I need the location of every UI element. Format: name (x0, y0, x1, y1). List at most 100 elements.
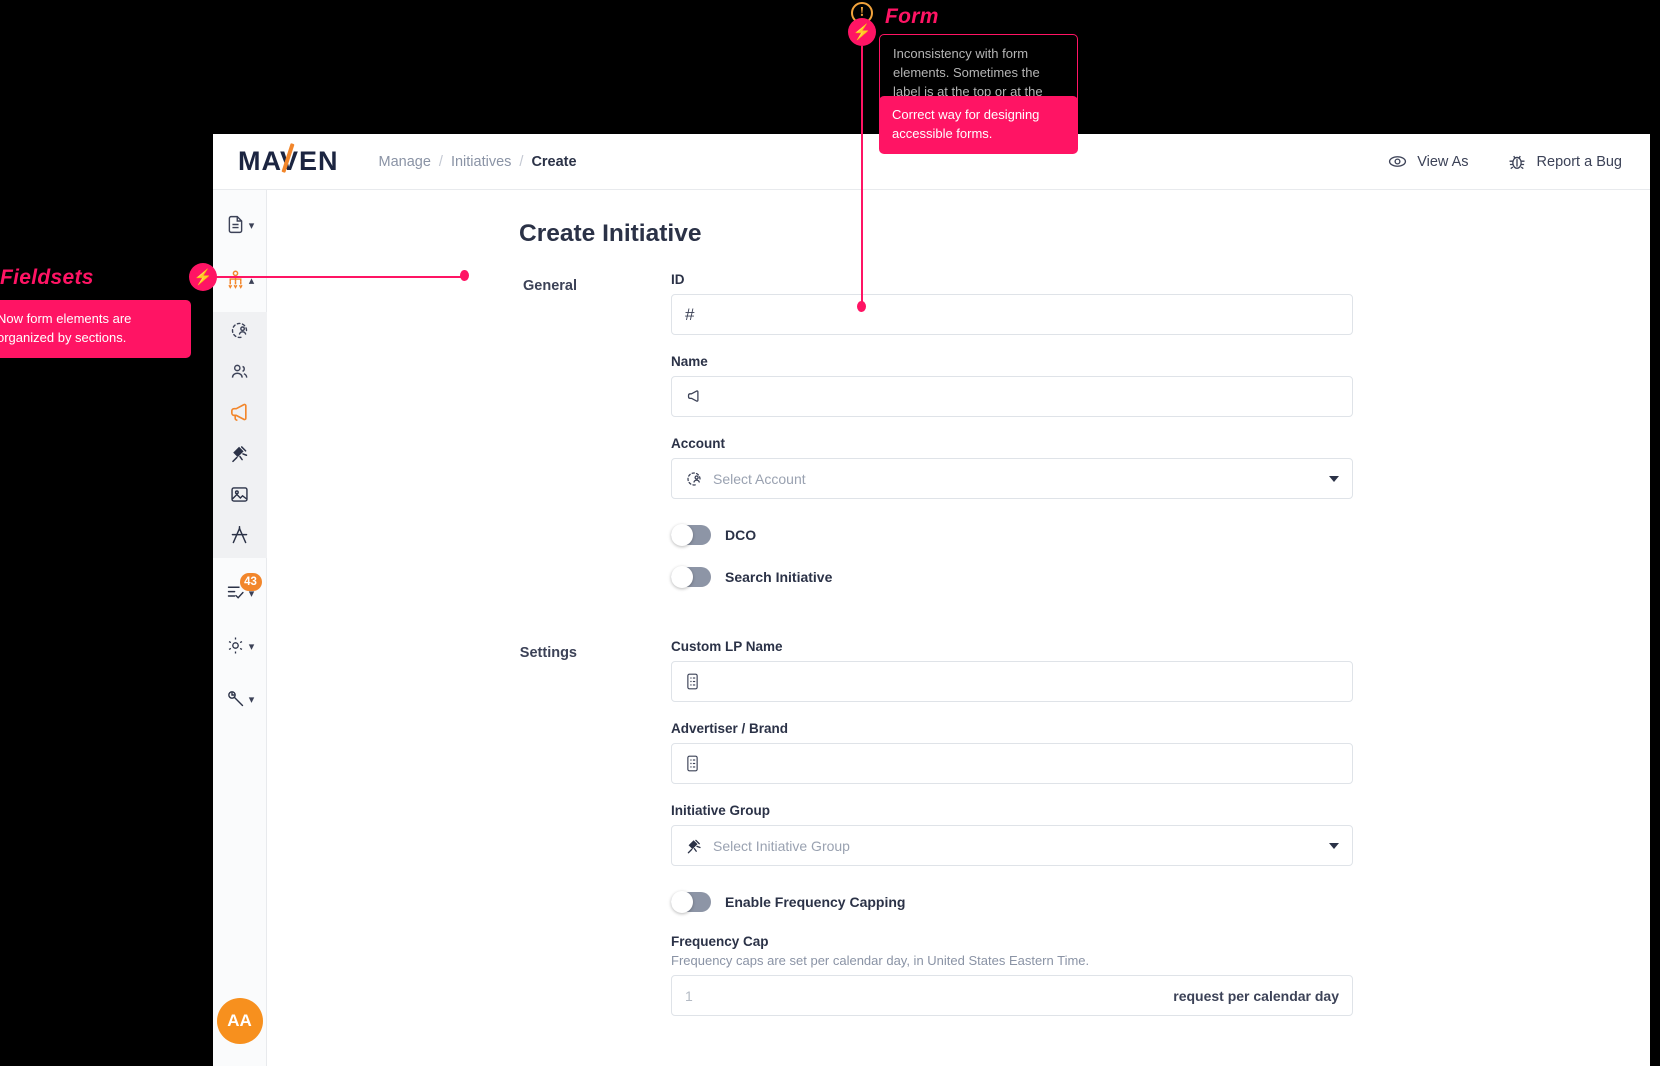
account-select-value: Select Account (713, 470, 806, 487)
breadcrumb: Manage / Initiatives / Create (379, 154, 577, 170)
initiative-group-value: Select Initiative Group (713, 837, 850, 854)
field-custom-lp-name: Custom LP Name (671, 639, 1353, 702)
initiative-group-select[interactable]: Select Initiative Group (671, 825, 1353, 866)
fieldsets-annotation-bolt-icon: ⚡ (189, 263, 217, 291)
breadcrumb-separator: / (519, 153, 524, 170)
advertiser-brand-input[interactable] (671, 743, 1353, 784)
tasks-badge: 43 (239, 573, 262, 591)
toggle-dco[interactable]: DCO (671, 524, 1353, 546)
sidebar-item-documents[interactable]: ▾ (213, 206, 267, 247)
search-initiative-toggle-label: Search Initiative (725, 569, 833, 585)
initiatives-node-icon (225, 269, 246, 295)
list-document-icon (685, 755, 700, 772)
form-annotation-solution-text: Correct way for designing accessible for… (892, 107, 1040, 141)
avatar[interactable]: AA (216, 998, 263, 1044)
field-frequency-cap: Frequency Cap Frequency caps are set per… (671, 934, 1353, 1016)
account-circle-icon (685, 470, 703, 488)
chevron-down-icon: ▾ (248, 694, 255, 706)
field-label-frequency-cap: Frequency Cap (671, 934, 769, 949)
report-bug-button[interactable]: Report a Bug (1507, 152, 1622, 172)
toggle-search-initiative[interactable]: Search Initiative (671, 566, 1353, 588)
compass-icon (229, 525, 250, 551)
fieldsets-annotation-solution-box: Now form elements are organized by secti… (0, 300, 191, 358)
frequency-cap-input[interactable]: 1 request per calendar day (671, 975, 1353, 1016)
fieldset-settings-fields: Custom LP Name Advertiser / Brand Initia… (671, 639, 1353, 1035)
fieldset-general-fields: ID # Name Account Select Account DCO Sea… (671, 272, 1353, 639)
bolt-glyph: ⚡ (852, 23, 872, 41)
create-initiative-form: General ID # Name Account Select Account… (267, 272, 1650, 1035)
list-document-icon (685, 673, 700, 690)
field-label-advertiser-brand: Advertiser / Brand (671, 721, 789, 736)
id-input[interactable]: # (671, 294, 1353, 335)
form-annotation-solution-box: Correct way for designing accessible for… (879, 96, 1078, 154)
breadcrumb-item-initiatives[interactable]: Initiatives (451, 154, 511, 170)
custom-lp-name-input[interactable] (671, 661, 1353, 702)
sidebar-item-campaigns[interactable] (213, 394, 267, 435)
frequency-cap-help-text: Frequency caps are set per calendar day,… (671, 953, 1090, 968)
field-name: Name (671, 354, 1353, 417)
megaphone-icon (685, 388, 702, 405)
field-label-initiative-group: Initiative Group (671, 803, 771, 818)
fieldsets-annotation-connector-line (215, 276, 465, 278)
eye-icon (1388, 152, 1407, 171)
sidebar-item-tasks[interactable]: ▾ 43 (213, 573, 267, 615)
screenshot-root: MAVEN Manage / Initiatives / Create Vie (0, 0, 1660, 1066)
dco-toggle-label: DCO (725, 527, 757, 543)
sidebar-item-creatives[interactable] (213, 476, 267, 517)
field-account: Account Select Account (671, 436, 1353, 499)
people-icon (229, 361, 250, 387)
field-id: ID # (671, 272, 1353, 335)
fieldset-general: General ID # Name Account Select Account… (267, 272, 1650, 639)
bolt-glyph: ⚡ (193, 268, 213, 286)
fieldsets-annotation-title: Fieldsets (0, 266, 94, 289)
bug-icon (1507, 152, 1527, 172)
initiative-group-icon (685, 837, 703, 855)
document-icon (225, 214, 246, 240)
account-circle-icon (229, 320, 250, 346)
chevron-down-icon: ▾ (248, 220, 255, 232)
dco-toggle-switch[interactable] (671, 524, 711, 546)
name-input[interactable] (671, 376, 1353, 417)
enable-frequency-capping-toggle-label: Enable Frequency Capping (725, 894, 906, 910)
field-advertiser-brand: Advertiser / Brand (671, 721, 1353, 784)
frequency-cap-value: 1 (685, 987, 693, 1004)
view-as-button[interactable]: View As (1388, 152, 1469, 171)
field-label-custom-lp-name: Custom LP Name (671, 639, 783, 654)
fieldsets-annotation-solution-text: Now form elements are organized by secti… (0, 311, 132, 345)
enable-frequency-capping-toggle-switch[interactable] (671, 891, 711, 913)
sidebar-item-settings[interactable]: ▾ (213, 627, 267, 668)
wrench-icon (225, 688, 246, 714)
breadcrumb-item-create: Create (531, 153, 577, 170)
field-label-account: Account (671, 436, 725, 451)
sidebar-item-initiatives[interactable]: ▴ (213, 261, 267, 302)
app-window: MAVEN Manage / Initiatives / Create Vie (213, 134, 1650, 1066)
sidebar-item-design[interactable] (213, 517, 267, 558)
image-icon (229, 484, 250, 510)
megaphone-icon (228, 401, 251, 429)
sidebar-item-initiative-group[interactable] (213, 435, 267, 476)
field-label-name: Name (671, 354, 708, 369)
field-label-id: ID (671, 272, 685, 287)
breadcrumb-separator: / (438, 153, 443, 170)
gear-icon (225, 635, 246, 661)
form-annotation-title: Form (885, 5, 939, 28)
fieldset-settings: Settings Custom LP Name Advertiser / Bra… (267, 639, 1650, 1035)
breadcrumb-item-manage[interactable]: Manage (379, 154, 431, 170)
chevron-down-icon (1329, 842, 1339, 849)
form-annotation-connector-line (861, 46, 863, 308)
form-annotation-endpoint-dot (857, 301, 866, 312)
sidebar: ▾ ▴ ▾ 43 ▾ ▾ AA (213, 190, 267, 1066)
sidebar-item-tools[interactable]: ▾ (213, 680, 267, 721)
frequency-cap-suffix: request per calendar day (1173, 987, 1339, 1004)
account-select[interactable]: Select Account (671, 458, 1353, 499)
hash-icon: # (685, 304, 695, 324)
chevron-up-icon: ▴ (248, 275, 255, 287)
main-content: Create Initiative General ID # Name Acco… (267, 190, 1650, 1066)
sidebar-item-accounts[interactable] (213, 312, 267, 353)
sidebar-item-audiences[interactable] (213, 353, 267, 394)
search-initiative-toggle-switch[interactable] (671, 566, 711, 588)
toggle-enable-frequency-capping[interactable]: Enable Frequency Capping (671, 891, 1353, 913)
header-actions: View As Report a Bug (1388, 152, 1622, 172)
report-bug-label: Report a Bug (1536, 153, 1622, 170)
brand-logo[interactable]: MAVEN (238, 143, 339, 177)
